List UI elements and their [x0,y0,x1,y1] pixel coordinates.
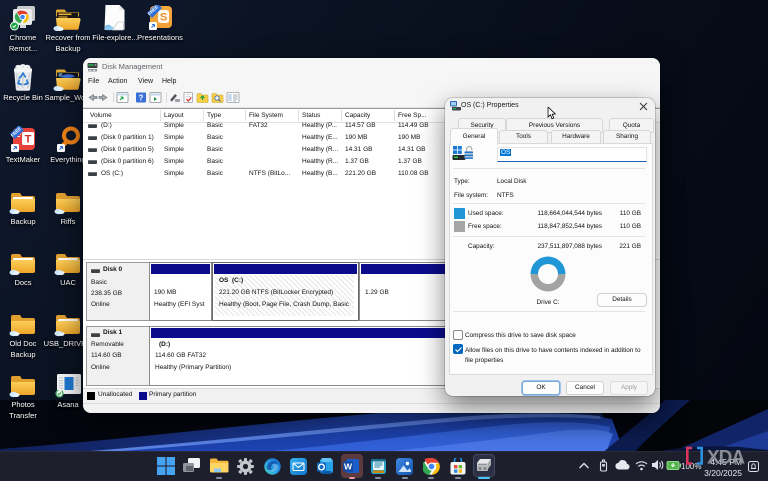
svg-text:?: ? [139,94,144,103]
svg-text:XDA: XDA [707,448,745,467]
svg-text:W: W [344,461,353,471]
svg-text:S: S [160,12,167,24]
svg-text:T: T [25,134,32,146]
